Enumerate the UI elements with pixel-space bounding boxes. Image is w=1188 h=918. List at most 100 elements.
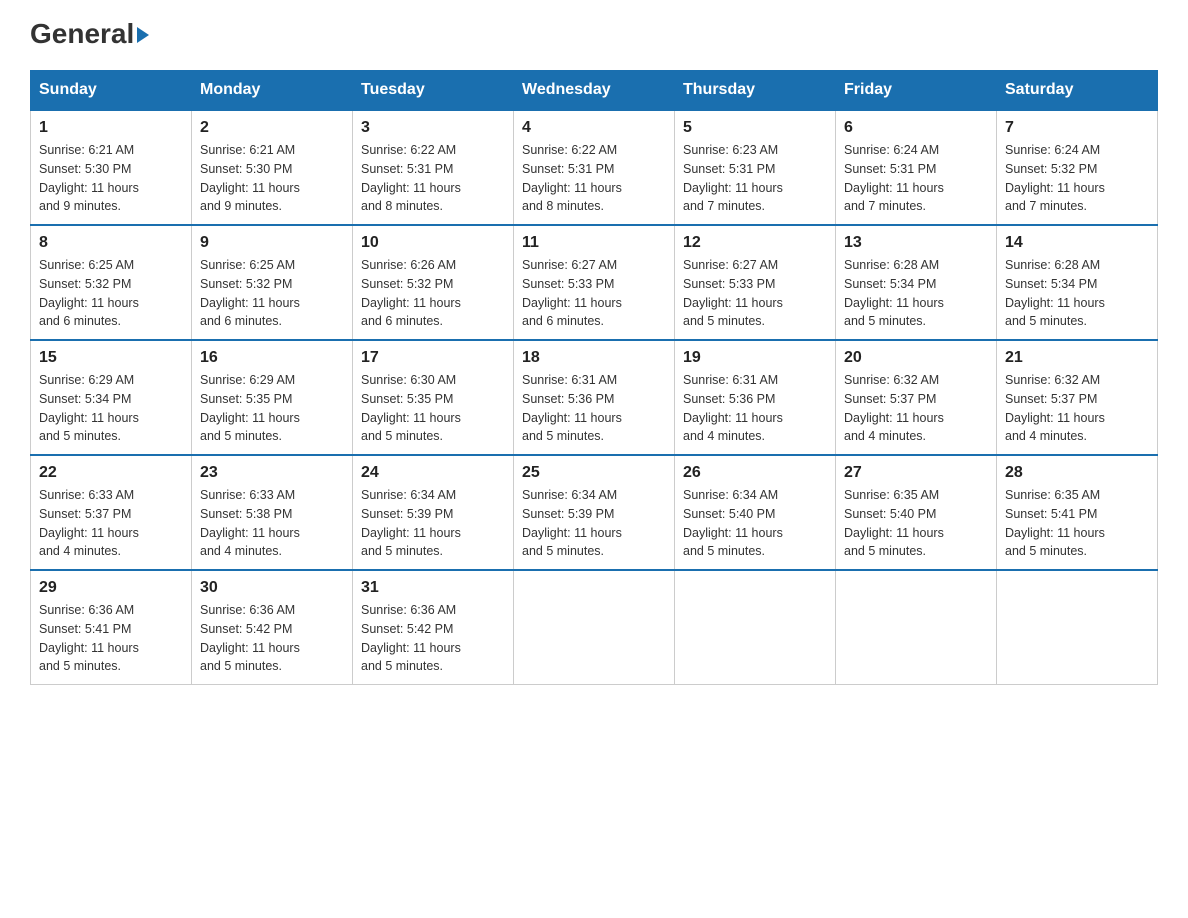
day-info: Sunrise: 6:34 AM Sunset: 5:40 PM Dayligh… bbox=[683, 486, 827, 561]
day-info: Sunrise: 6:33 AM Sunset: 5:38 PM Dayligh… bbox=[200, 486, 344, 561]
weekday-header: Thursday bbox=[675, 71, 836, 111]
logo: General bbox=[30, 20, 149, 50]
calendar-cell: 11 Sunrise: 6:27 AM Sunset: 5:33 PM Dayl… bbox=[514, 225, 675, 340]
day-number: 13 bbox=[844, 234, 988, 252]
calendar-cell: 27 Sunrise: 6:35 AM Sunset: 5:40 PM Dayl… bbox=[836, 455, 997, 570]
day-number: 29 bbox=[39, 579, 183, 597]
day-info: Sunrise: 6:36 AM Sunset: 5:41 PM Dayligh… bbox=[39, 601, 183, 676]
calendar-cell: 18 Sunrise: 6:31 AM Sunset: 5:36 PM Dayl… bbox=[514, 340, 675, 455]
calendar-table: SundayMondayTuesdayWednesdayThursdayFrid… bbox=[30, 70, 1158, 685]
day-number: 2 bbox=[200, 119, 344, 137]
calendar-cell: 8 Sunrise: 6:25 AM Sunset: 5:32 PM Dayli… bbox=[31, 225, 192, 340]
day-number: 6 bbox=[844, 119, 988, 137]
day-info: Sunrise: 6:21 AM Sunset: 5:30 PM Dayligh… bbox=[200, 141, 344, 216]
calendar-cell: 25 Sunrise: 6:34 AM Sunset: 5:39 PM Dayl… bbox=[514, 455, 675, 570]
day-number: 7 bbox=[1005, 119, 1149, 137]
calendar-cell: 6 Sunrise: 6:24 AM Sunset: 5:31 PM Dayli… bbox=[836, 110, 997, 225]
calendar-cell: 20 Sunrise: 6:32 AM Sunset: 5:37 PM Dayl… bbox=[836, 340, 997, 455]
calendar-cell: 19 Sunrise: 6:31 AM Sunset: 5:36 PM Dayl… bbox=[675, 340, 836, 455]
day-info: Sunrise: 6:23 AM Sunset: 5:31 PM Dayligh… bbox=[683, 141, 827, 216]
day-info: Sunrise: 6:24 AM Sunset: 5:31 PM Dayligh… bbox=[844, 141, 988, 216]
day-info: Sunrise: 6:27 AM Sunset: 5:33 PM Dayligh… bbox=[522, 256, 666, 331]
day-info: Sunrise: 6:25 AM Sunset: 5:32 PM Dayligh… bbox=[200, 256, 344, 331]
day-info: Sunrise: 6:31 AM Sunset: 5:36 PM Dayligh… bbox=[683, 371, 827, 446]
calendar-cell: 28 Sunrise: 6:35 AM Sunset: 5:41 PM Dayl… bbox=[997, 455, 1158, 570]
day-number: 28 bbox=[1005, 464, 1149, 482]
calendar-cell: 3 Sunrise: 6:22 AM Sunset: 5:31 PM Dayli… bbox=[353, 110, 514, 225]
week-row: 15 Sunrise: 6:29 AM Sunset: 5:34 PM Dayl… bbox=[31, 340, 1158, 455]
day-info: Sunrise: 6:32 AM Sunset: 5:37 PM Dayligh… bbox=[1005, 371, 1149, 446]
day-number: 16 bbox=[200, 349, 344, 367]
day-number: 15 bbox=[39, 349, 183, 367]
calendar-cell: 16 Sunrise: 6:29 AM Sunset: 5:35 PM Dayl… bbox=[192, 340, 353, 455]
day-info: Sunrise: 6:36 AM Sunset: 5:42 PM Dayligh… bbox=[200, 601, 344, 676]
day-info: Sunrise: 6:24 AM Sunset: 5:32 PM Dayligh… bbox=[1005, 141, 1149, 216]
day-info: Sunrise: 6:35 AM Sunset: 5:41 PM Dayligh… bbox=[1005, 486, 1149, 561]
week-row: 8 Sunrise: 6:25 AM Sunset: 5:32 PM Dayli… bbox=[31, 225, 1158, 340]
calendar-cell: 10 Sunrise: 6:26 AM Sunset: 5:32 PM Dayl… bbox=[353, 225, 514, 340]
day-number: 11 bbox=[522, 234, 666, 252]
calendar-cell: 15 Sunrise: 6:29 AM Sunset: 5:34 PM Dayl… bbox=[31, 340, 192, 455]
day-number: 21 bbox=[1005, 349, 1149, 367]
day-number: 25 bbox=[522, 464, 666, 482]
page-header: General bbox=[30, 20, 1158, 50]
weekday-header: Tuesday bbox=[353, 71, 514, 111]
day-number: 1 bbox=[39, 119, 183, 137]
week-row: 1 Sunrise: 6:21 AM Sunset: 5:30 PM Dayli… bbox=[31, 110, 1158, 225]
day-info: Sunrise: 6:21 AM Sunset: 5:30 PM Dayligh… bbox=[39, 141, 183, 216]
day-info: Sunrise: 6:29 AM Sunset: 5:35 PM Dayligh… bbox=[200, 371, 344, 446]
calendar-cell: 24 Sunrise: 6:34 AM Sunset: 5:39 PM Dayl… bbox=[353, 455, 514, 570]
day-number: 4 bbox=[522, 119, 666, 137]
calendar-cell: 30 Sunrise: 6:36 AM Sunset: 5:42 PM Dayl… bbox=[192, 570, 353, 685]
day-info: Sunrise: 6:36 AM Sunset: 5:42 PM Dayligh… bbox=[361, 601, 505, 676]
day-number: 26 bbox=[683, 464, 827, 482]
day-number: 10 bbox=[361, 234, 505, 252]
logo-arrow-icon bbox=[137, 27, 149, 43]
calendar-cell: 5 Sunrise: 6:23 AM Sunset: 5:31 PM Dayli… bbox=[675, 110, 836, 225]
day-info: Sunrise: 6:22 AM Sunset: 5:31 PM Dayligh… bbox=[361, 141, 505, 216]
day-info: Sunrise: 6:35 AM Sunset: 5:40 PM Dayligh… bbox=[844, 486, 988, 561]
calendar-cell bbox=[997, 570, 1158, 685]
day-number: 5 bbox=[683, 119, 827, 137]
day-info: Sunrise: 6:34 AM Sunset: 5:39 PM Dayligh… bbox=[522, 486, 666, 561]
day-number: 22 bbox=[39, 464, 183, 482]
calendar-cell: 2 Sunrise: 6:21 AM Sunset: 5:30 PM Dayli… bbox=[192, 110, 353, 225]
weekday-header: Sunday bbox=[31, 71, 192, 111]
calendar-cell: 17 Sunrise: 6:30 AM Sunset: 5:35 PM Dayl… bbox=[353, 340, 514, 455]
day-number: 27 bbox=[844, 464, 988, 482]
calendar-cell: 26 Sunrise: 6:34 AM Sunset: 5:40 PM Dayl… bbox=[675, 455, 836, 570]
calendar-cell: 29 Sunrise: 6:36 AM Sunset: 5:41 PM Dayl… bbox=[31, 570, 192, 685]
calendar-cell: 12 Sunrise: 6:27 AM Sunset: 5:33 PM Dayl… bbox=[675, 225, 836, 340]
day-number: 3 bbox=[361, 119, 505, 137]
day-info: Sunrise: 6:34 AM Sunset: 5:39 PM Dayligh… bbox=[361, 486, 505, 561]
day-info: Sunrise: 6:28 AM Sunset: 5:34 PM Dayligh… bbox=[844, 256, 988, 331]
day-number: 24 bbox=[361, 464, 505, 482]
week-row: 29 Sunrise: 6:36 AM Sunset: 5:41 PM Dayl… bbox=[31, 570, 1158, 685]
logo-general: General bbox=[30, 20, 134, 48]
day-info: Sunrise: 6:22 AM Sunset: 5:31 PM Dayligh… bbox=[522, 141, 666, 216]
day-number: 18 bbox=[522, 349, 666, 367]
day-number: 17 bbox=[361, 349, 505, 367]
calendar-cell: 7 Sunrise: 6:24 AM Sunset: 5:32 PM Dayli… bbox=[997, 110, 1158, 225]
weekday-header-row: SundayMondayTuesdayWednesdayThursdayFrid… bbox=[31, 71, 1158, 111]
calendar-cell bbox=[675, 570, 836, 685]
weekday-header: Friday bbox=[836, 71, 997, 111]
day-number: 31 bbox=[361, 579, 505, 597]
calendar-cell: 14 Sunrise: 6:28 AM Sunset: 5:34 PM Dayl… bbox=[997, 225, 1158, 340]
calendar-cell: 4 Sunrise: 6:22 AM Sunset: 5:31 PM Dayli… bbox=[514, 110, 675, 225]
day-info: Sunrise: 6:33 AM Sunset: 5:37 PM Dayligh… bbox=[39, 486, 183, 561]
weekday-header: Saturday bbox=[997, 71, 1158, 111]
day-info: Sunrise: 6:25 AM Sunset: 5:32 PM Dayligh… bbox=[39, 256, 183, 331]
calendar-cell: 13 Sunrise: 6:28 AM Sunset: 5:34 PM Dayl… bbox=[836, 225, 997, 340]
day-number: 20 bbox=[844, 349, 988, 367]
day-number: 12 bbox=[683, 234, 827, 252]
day-number: 8 bbox=[39, 234, 183, 252]
day-number: 14 bbox=[1005, 234, 1149, 252]
day-number: 23 bbox=[200, 464, 344, 482]
day-number: 9 bbox=[200, 234, 344, 252]
calendar-cell: 22 Sunrise: 6:33 AM Sunset: 5:37 PM Dayl… bbox=[31, 455, 192, 570]
weekday-header: Wednesday bbox=[514, 71, 675, 111]
calendar-cell: 31 Sunrise: 6:36 AM Sunset: 5:42 PM Dayl… bbox=[353, 570, 514, 685]
calendar-cell bbox=[836, 570, 997, 685]
day-info: Sunrise: 6:32 AM Sunset: 5:37 PM Dayligh… bbox=[844, 371, 988, 446]
